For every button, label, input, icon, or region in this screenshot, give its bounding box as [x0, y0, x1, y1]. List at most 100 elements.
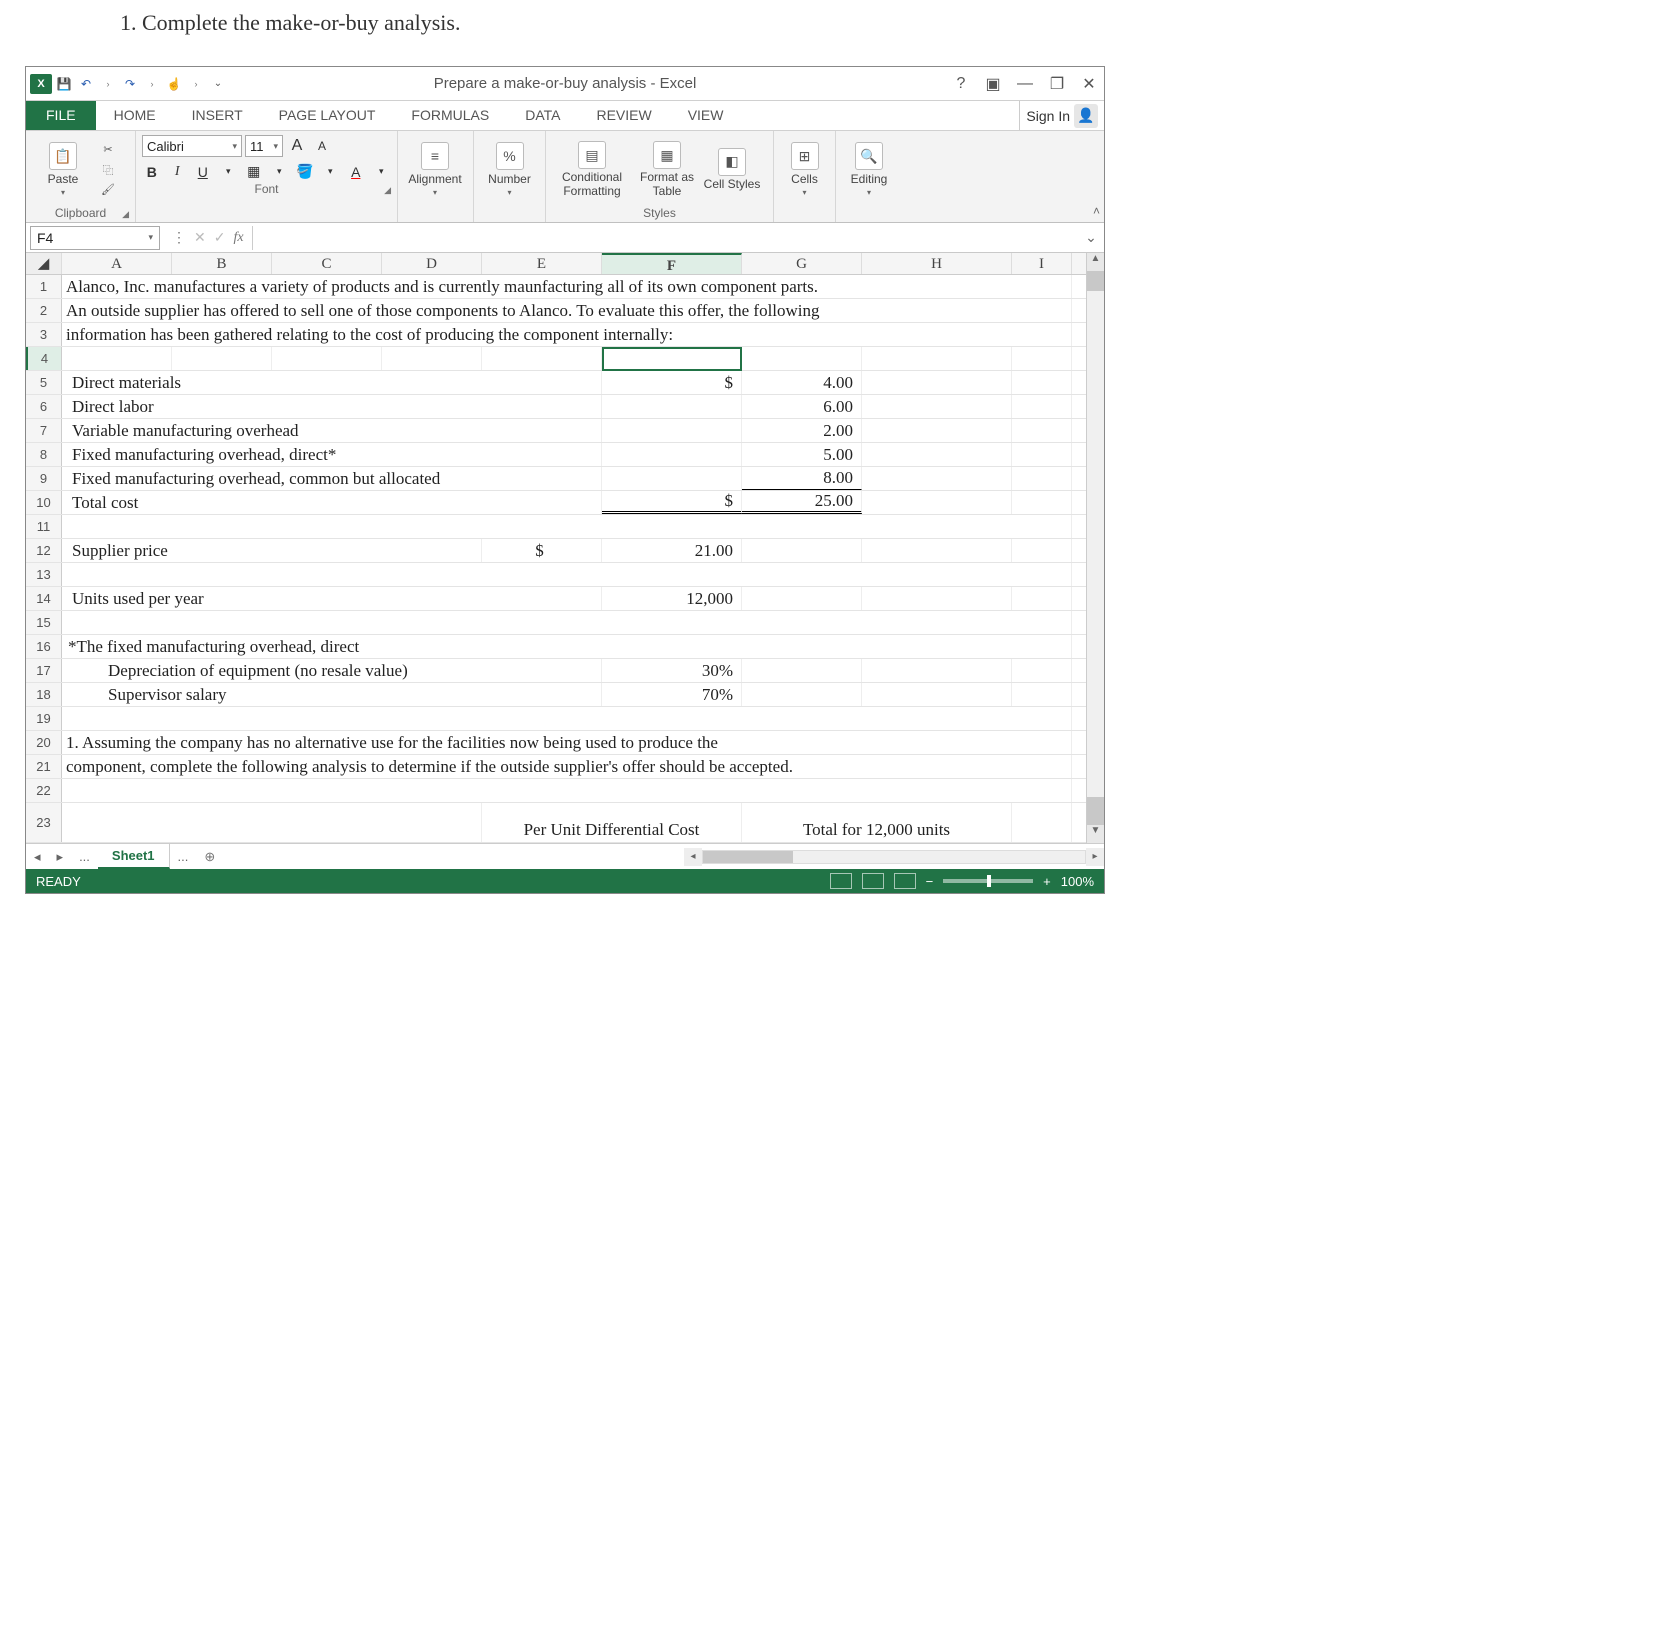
row-11[interactable]: 11	[26, 515, 1086, 539]
tab-nav-prev[interactable]: ◂	[26, 849, 49, 865]
font-size-combo[interactable]: 11▾	[245, 135, 283, 157]
row-10[interactable]: 10 Total cost $ 25.00	[26, 491, 1086, 515]
row-15[interactable]: 15	[26, 611, 1086, 635]
tab-nav-more[interactable]: ...	[71, 849, 98, 864]
chevron-down-icon[interactable]: ▾	[321, 166, 341, 177]
font-color-icon[interactable]: A	[346, 164, 366, 180]
tab-home[interactable]: HOME	[96, 101, 174, 130]
grow-font-icon[interactable]: A	[286, 137, 308, 155]
zoom-out-icon[interactable]: −	[926, 874, 934, 889]
underline-button[interactable]: U	[193, 164, 213, 180]
view-page-layout-icon[interactable]	[862, 873, 884, 889]
format-painter-icon[interactable]: 🖌	[98, 182, 118, 198]
row-17[interactable]: 17 Depreciation of equipment (no resale …	[26, 659, 1086, 683]
row-4[interactable]: 4	[26, 347, 1086, 371]
row-3[interactable]: 3information has been gathered relating …	[26, 323, 1086, 347]
tab-pagelayout[interactable]: PAGE LAYOUT	[261, 101, 394, 130]
chevron-down-icon[interactable]: ▾	[372, 166, 392, 177]
fx-icon[interactable]: fx	[233, 230, 243, 246]
row-23[interactable]: 23 Per Unit Differential Cost Total for …	[26, 803, 1086, 843]
hscroll-thumb[interactable]	[703, 851, 793, 863]
row-5[interactable]: 5 Direct materials $ 4.00	[26, 371, 1086, 395]
expand-formula-bar-icon[interactable]: ⌄	[1078, 229, 1104, 246]
tab-formulas[interactable]: FORMULAS	[393, 101, 507, 130]
chevron-down-icon[interactable]: ▾	[219, 166, 239, 177]
shrink-font-icon[interactable]: A	[311, 139, 333, 153]
row-18[interactable]: 18 Supervisor salary 70%	[26, 683, 1086, 707]
bold-button[interactable]: B	[142, 164, 162, 180]
row-20[interactable]: 201. Assuming the company has no alterna…	[26, 731, 1086, 755]
row-6[interactable]: 6 Direct labor 6.00	[26, 395, 1086, 419]
font-dialog-icon[interactable]: ◢	[384, 185, 391, 196]
row-16[interactable]: 16 *The fixed manufacturing overhead, di…	[26, 635, 1086, 659]
horizontal-scrollbar[interactable]: ◂ ▸	[684, 848, 1104, 866]
font-name-combo[interactable]: Calibri▾	[142, 135, 242, 157]
qat-undo-more[interactable]	[98, 74, 118, 94]
row-1[interactable]: 1Alanco, Inc. manufactures a variety of …	[26, 275, 1086, 299]
tab-nav-next[interactable]: ▸	[49, 849, 72, 865]
minimize-icon[interactable]: —	[1014, 74, 1036, 94]
view-normal-icon[interactable]	[830, 873, 852, 889]
ribbon-display-icon[interactable]: ▣	[982, 74, 1004, 94]
copy-icon[interactable]: ⿻	[98, 162, 118, 178]
scroll-right-icon[interactable]: ▸	[1086, 848, 1104, 866]
fill-color-icon[interactable]: 🪣	[295, 163, 315, 180]
scroll-thumb-bot[interactable]	[1087, 797, 1104, 825]
format-as-table-button[interactable]: ▦Format as Table	[632, 138, 702, 202]
tab-data[interactable]: DATA	[507, 101, 578, 130]
number-button[interactable]: %Number▾	[480, 138, 539, 202]
conditional-formatting-button[interactable]: ▤Conditional Formatting	[552, 138, 632, 202]
cancel-formula-icon[interactable]: ✕	[194, 229, 206, 246]
row-9[interactable]: 9 Fixed manufacturing overhead, common b…	[26, 467, 1086, 491]
qat-save-icon[interactable]: 💾	[54, 74, 74, 94]
formula-more-icon[interactable]: ⋮	[172, 229, 186, 246]
qat-redo-icon[interactable]: ↷	[120, 74, 140, 94]
maximize-icon[interactable]: ❐	[1046, 74, 1068, 94]
scroll-down-icon[interactable]: ▼	[1087, 825, 1104, 843]
col-header-E[interactable]: E	[482, 253, 602, 274]
row-2[interactable]: 2An outside supplier has offered to sell…	[26, 299, 1086, 323]
grid[interactable]: ◢ A B C D E F G H I 1Alanco, Inc. manufa…	[26, 253, 1086, 843]
select-all[interactable]: ◢	[26, 253, 62, 274]
col-header-D[interactable]: D	[382, 253, 482, 274]
col-header-F[interactable]: F	[602, 253, 742, 274]
row-19[interactable]: 19	[26, 707, 1086, 731]
row-13[interactable]: 13	[26, 563, 1086, 587]
scroll-left-icon[interactable]: ◂	[684, 848, 702, 866]
zoom-in-icon[interactable]: +	[1043, 874, 1051, 889]
qat-undo-icon[interactable]: ↶	[76, 74, 96, 94]
cells-button[interactable]: ⊞Cells▾	[780, 138, 829, 202]
enter-formula-icon[interactable]: ✓	[214, 229, 226, 246]
row-12[interactable]: 12 Supplier price $ 21.00	[26, 539, 1086, 563]
col-header-A[interactable]: A	[62, 253, 172, 274]
view-page-break-icon[interactable]	[894, 873, 916, 889]
cell-styles-button[interactable]: ◧Cell Styles	[702, 138, 762, 202]
row-14[interactable]: 14 Units used per year 12,000	[26, 587, 1086, 611]
collapse-ribbon-icon[interactable]: ˄	[1093, 204, 1100, 218]
clipboard-dialog-icon[interactable]: ◢	[122, 209, 129, 220]
sign-in[interactable]: Sign In 👤	[1019, 101, 1104, 130]
qat-customize-icon[interactable]: ⌄	[208, 74, 228, 94]
col-header-H[interactable]: H	[862, 253, 1012, 274]
sheet-more[interactable]: ...	[170, 849, 197, 864]
sheet-tab-sheet1[interactable]: Sheet1	[98, 844, 170, 869]
help-icon[interactable]: ?	[950, 74, 972, 94]
row-8[interactable]: 8 Fixed manufacturing overhead, direct* …	[26, 443, 1086, 467]
paste-button[interactable]: 📋 Paste ▾	[32, 138, 94, 202]
col-header-G[interactable]: G	[742, 253, 862, 274]
tab-review[interactable]: REVIEW	[578, 101, 669, 130]
alignment-button[interactable]: ≡Alignment▾	[404, 138, 466, 202]
tab-file[interactable]: FILE	[26, 101, 96, 130]
name-box[interactable]: F4 ▾	[30, 226, 160, 250]
qat-redo-more[interactable]	[142, 74, 162, 94]
formula-bar[interactable]	[252, 226, 1078, 250]
vertical-scrollbar[interactable]: ▲ ▼	[1086, 253, 1104, 843]
scroll-thumb[interactable]	[1087, 271, 1104, 291]
cut-icon[interactable]: ✂	[98, 142, 118, 158]
close-icon[interactable]: ✕	[1078, 74, 1100, 94]
row-21[interactable]: 21component, complete the following anal…	[26, 755, 1086, 779]
zoom-level[interactable]: 100%	[1061, 874, 1094, 889]
tab-view[interactable]: VIEW	[670, 101, 742, 130]
chevron-down-icon[interactable]: ▾	[270, 166, 290, 177]
editing-button[interactable]: 🔍Editing▾	[842, 138, 896, 202]
